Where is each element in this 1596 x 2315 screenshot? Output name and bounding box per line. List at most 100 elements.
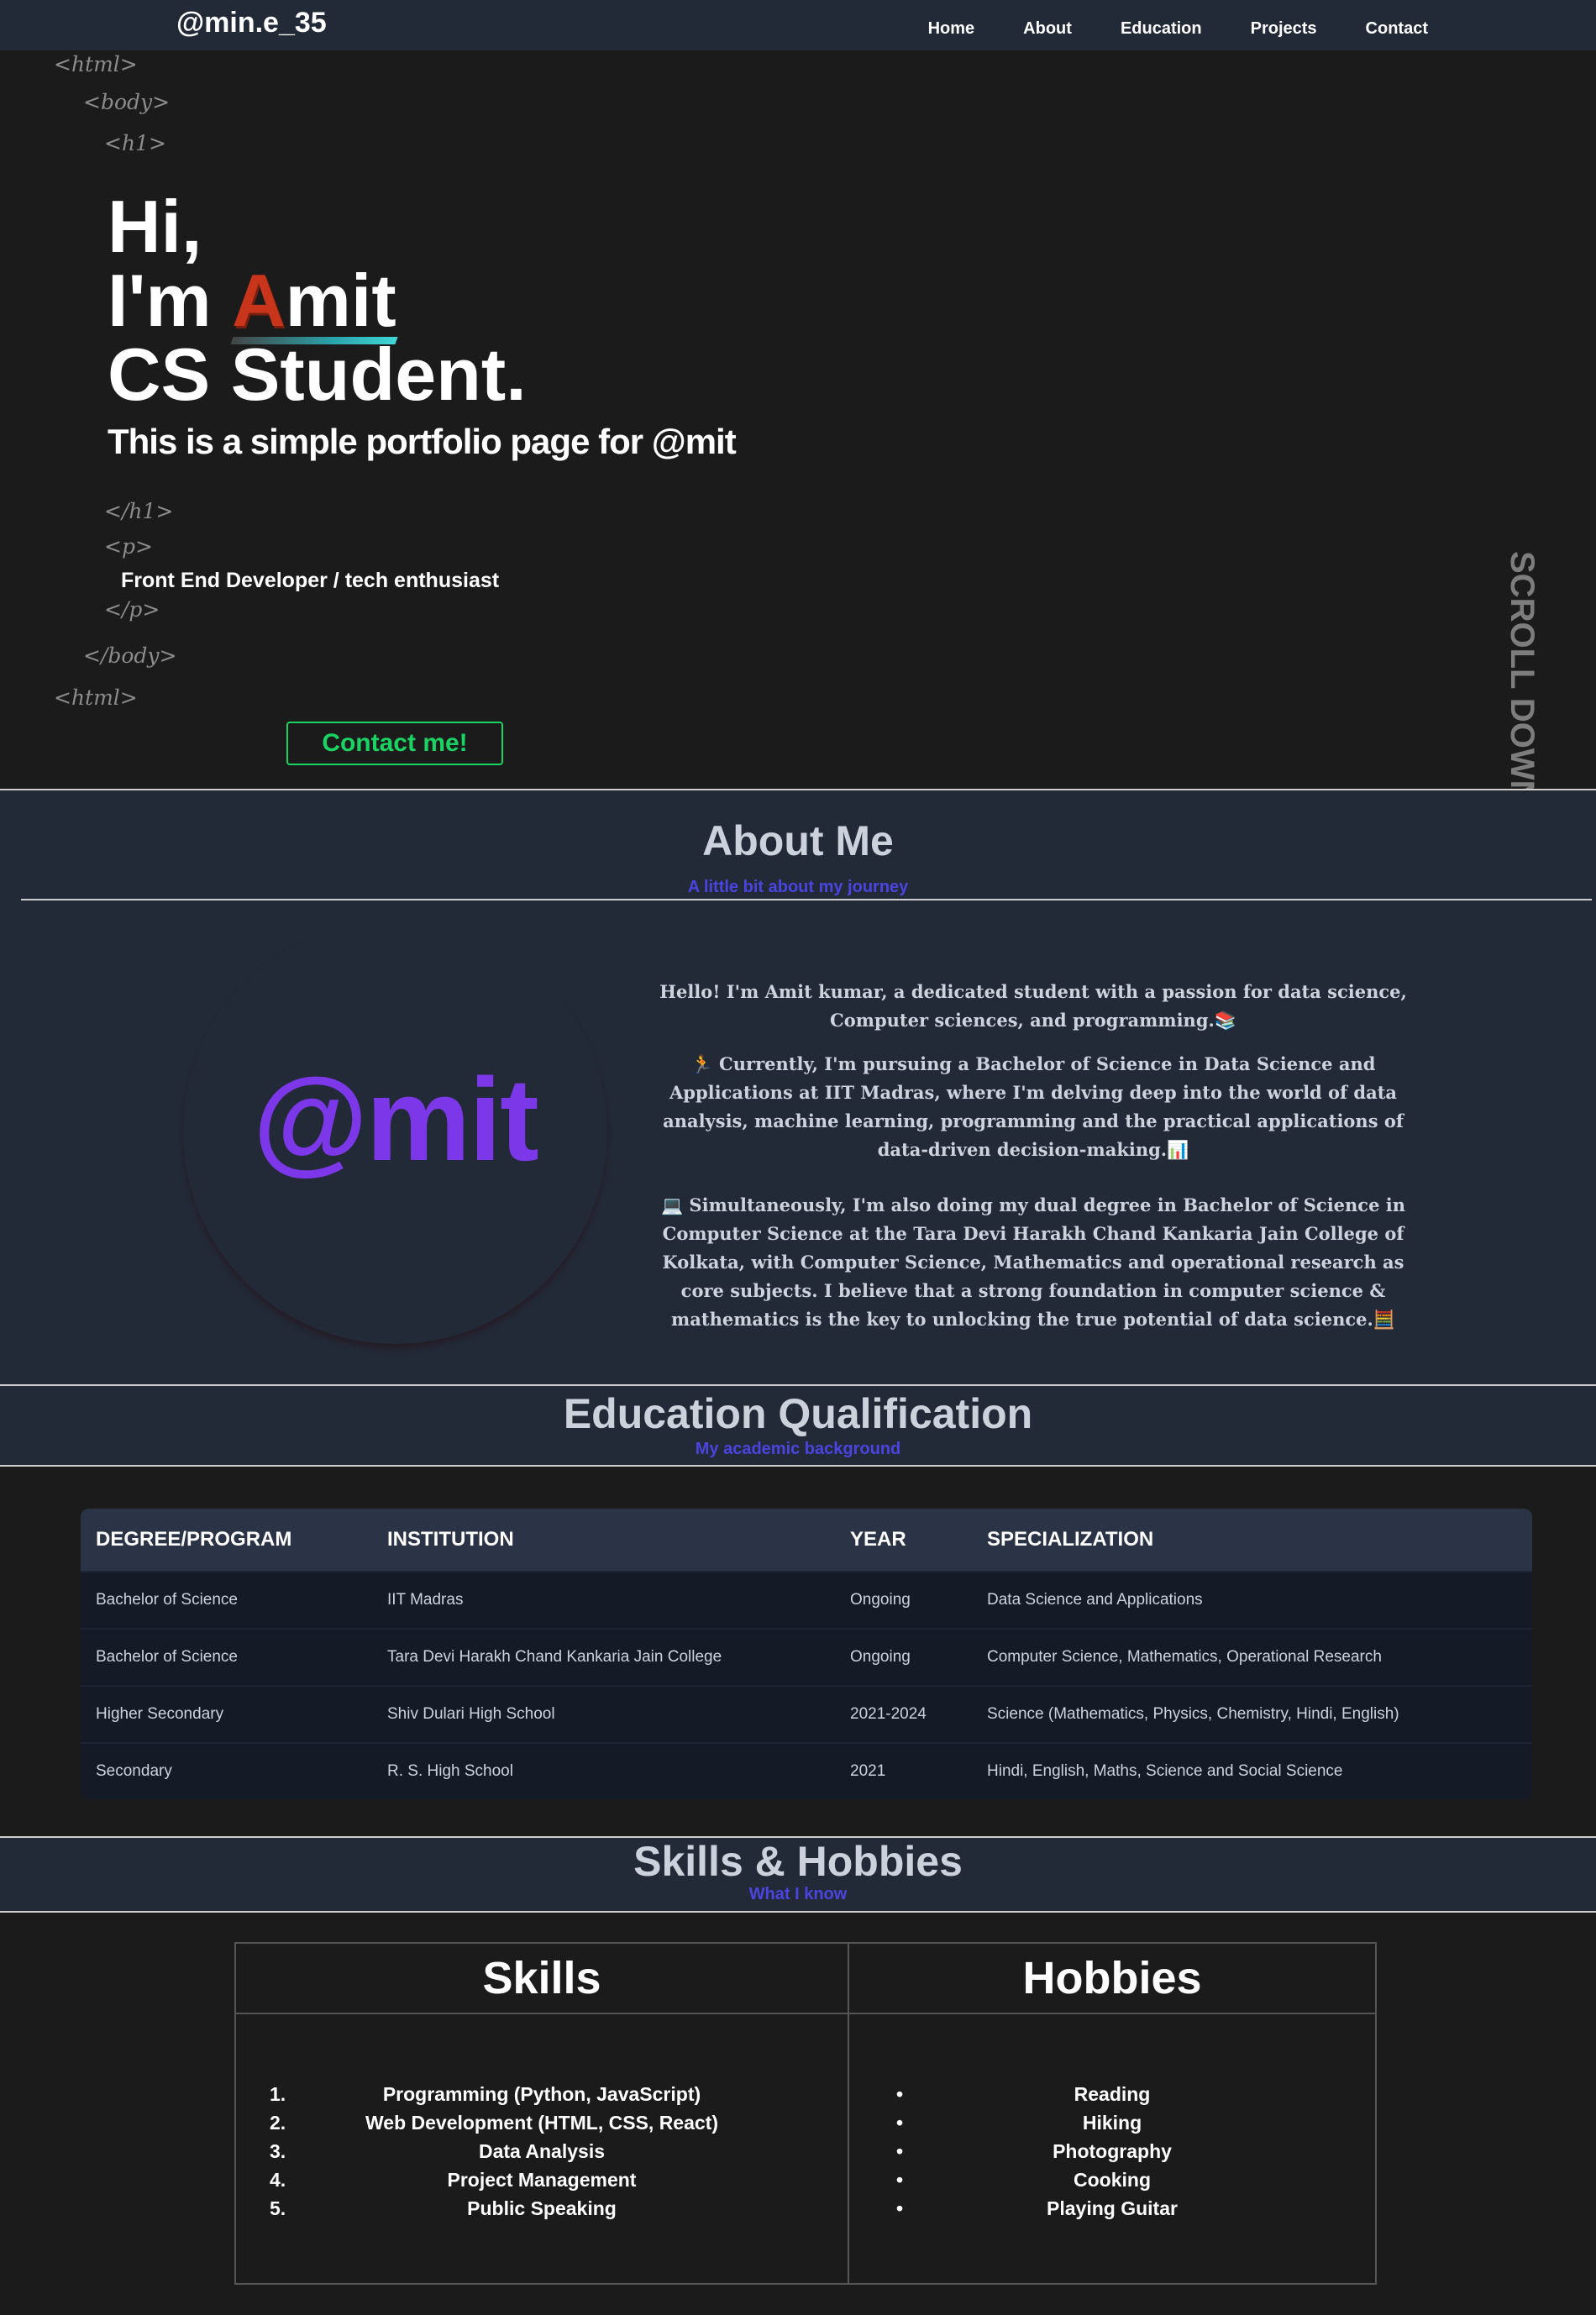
skills-hobbies-title: Skills & Hobbies xyxy=(633,1838,963,1885)
table-cell: Computer Science, Mathematics, Operation… xyxy=(987,1648,1382,1666)
contact-me-button[interactable]: Contact me! xyxy=(286,722,503,765)
divider xyxy=(0,1465,1596,1467)
education-table: DEGREE/PROGRAM INSTITUTION YEAR SPECIALI… xyxy=(81,1509,1532,1799)
hero-name-line: I'm Amit xyxy=(108,264,398,344)
table-cell: R. S. High School xyxy=(387,1762,513,1780)
top-navbar: @min.e_35 Home About Education Projects … xyxy=(0,0,1596,50)
bullet-icon: • xyxy=(896,2197,904,2219)
list-marker: 3. xyxy=(270,2140,286,2162)
hobby-item: Hiking xyxy=(1082,2112,1142,2134)
table-cell: Bachelor of Science xyxy=(96,1648,238,1666)
hobbies-header: Hobbies xyxy=(849,1944,1375,2014)
hobby-item: Cooking xyxy=(1074,2169,1151,2191)
hobby-item: Photography xyxy=(1053,2140,1172,2162)
nav-links: Home About Education Projects Contact xyxy=(928,19,1428,39)
html-open-tag: <html> xyxy=(54,52,138,76)
divider xyxy=(0,1911,1596,1913)
about-paragraph: Hello! I'm Amit kumar, a dedicated stude… xyxy=(659,981,1407,1031)
nav-link-education[interactable]: Education xyxy=(1121,19,1202,39)
list-marker: 2. xyxy=(270,2112,286,2134)
table-cell: 2021 xyxy=(850,1762,886,1780)
list-item: 5. Public Speaking xyxy=(236,2194,848,2223)
table-cell: 2021-2024 xyxy=(850,1705,927,1723)
list-item: • Hiking xyxy=(849,2108,1375,2137)
table-header-row: DEGREE/PROGRAM INSTITUTION YEAR SPECIALI… xyxy=(81,1509,1532,1571)
table-row: Bachelor of Science Tara Devi Harakh Cha… xyxy=(81,1628,1532,1685)
list-item: 2. Web Development (HTML, CSS, React) xyxy=(236,2108,848,2137)
table-cell: Secondary xyxy=(96,1762,172,1780)
table-cell: Tara Devi Harakh Chand Kankaria Jain Col… xyxy=(387,1648,722,1666)
html-close-tag: <html> xyxy=(54,685,138,710)
table-cell: Ongoing xyxy=(850,1591,911,1609)
skill-item: Web Development (HTML, CSS, React) xyxy=(365,2112,719,2134)
table-row: Bachelor of Science IIT Madras Ongoing D… xyxy=(81,1571,1532,1628)
hobby-item: Playing Guitar xyxy=(1047,2197,1178,2219)
skills-hobbies-table: Skills 1. Programming (Python, JavaScript… xyxy=(234,1942,1377,2285)
about-paragraph: 🏃 Currently, I'm pursuing a Bachelor of … xyxy=(663,1053,1404,1160)
hero-role: Front End Developer / tech enthusiast xyxy=(121,569,500,592)
hero-subtitle: This is a simple portfolio page for @mit xyxy=(108,422,737,461)
skill-item: Project Management xyxy=(447,2169,637,2191)
table-cell: Science (Mathematics, Physics, Chemistry… xyxy=(987,1705,1399,1723)
skills-column: Skills 1. Programming (Python, JavaScript… xyxy=(236,1944,849,2283)
column-header: INSTITUTION xyxy=(387,1528,514,1551)
education-subtitle: My academic background xyxy=(695,1440,901,1458)
nav-link-projects[interactable]: Projects xyxy=(1251,19,1317,39)
about-text: Hello! I'm Amit kumar, a dedicated stude… xyxy=(638,978,1428,1349)
education-title: Education Qualification xyxy=(563,1390,1033,1437)
nav-link-about[interactable]: About xyxy=(1023,19,1072,39)
body-close-tag: </body> xyxy=(83,643,177,668)
about-subtitle: A little bit about my journey xyxy=(687,878,909,896)
column-header: DEGREE/PROGRAM xyxy=(96,1528,292,1551)
hobbies-list: • Reading • Hiking • Photography • Cooking •… xyxy=(849,2080,1375,2223)
avatar: @mit xyxy=(183,920,607,1344)
site-logo[interactable]: @min.e_35 xyxy=(176,7,327,39)
skill-item: Public Speaking xyxy=(467,2197,617,2219)
about-title: About Me xyxy=(702,817,894,864)
list-item: 3. Data Analysis xyxy=(236,2137,848,2165)
table-cell: Data Science and Applications xyxy=(987,1591,1203,1609)
hobby-item: Reading xyxy=(1074,2083,1151,2105)
bullet-icon: • xyxy=(896,2112,904,2134)
skill-item: Programming (Python, JavaScript) xyxy=(382,2083,701,2105)
h1-close-tag: </h1> xyxy=(104,499,174,523)
table-cell: Ongoing xyxy=(850,1648,911,1666)
table-cell: Higher Secondary xyxy=(96,1705,224,1723)
table-row: Higher Secondary Shiv Dulari High School… xyxy=(81,1685,1532,1742)
list-marker: 4. xyxy=(270,2169,286,2191)
bullet-icon: • xyxy=(896,2169,904,2191)
skills-hobbies-subtitle: What I know xyxy=(748,1885,848,1903)
hero-greeting: Hi, xyxy=(108,185,202,268)
table-cell: Shiv Dulari High School xyxy=(387,1705,555,1723)
hobbies-column: Hobbies • Reading • Hiking • Photography • C… xyxy=(849,1944,1375,2283)
hero-name: Amit xyxy=(230,264,398,344)
list-item: • Reading xyxy=(849,2080,1375,2108)
list-item: • Photography xyxy=(849,2137,1375,2165)
about-paragraph: 💻 Simultaneously, I'm also doing my dual… xyxy=(660,1194,1406,1330)
bullet-icon: • xyxy=(896,2083,904,2105)
list-item: • Playing Guitar xyxy=(849,2194,1375,2223)
avatar-text: @mit xyxy=(253,1053,539,1185)
column-header: SPECIALIZATION xyxy=(987,1528,1154,1551)
list-marker: 5. xyxy=(270,2197,286,2219)
nav-link-home[interactable]: Home xyxy=(928,19,975,39)
hero-name-initial: A xyxy=(232,259,286,342)
skill-item: Data Analysis xyxy=(479,2140,605,2162)
list-item: 1. Programming (Python, JavaScript) xyxy=(236,2080,848,2108)
hero-headline: CS Student. xyxy=(108,333,527,416)
column-header: YEAR xyxy=(850,1528,906,1551)
list-item: 4. Project Management xyxy=(236,2165,848,2194)
table-cell: IIT Madras xyxy=(387,1591,464,1609)
skills-header: Skills xyxy=(236,1944,848,2014)
p-close-tag: </p> xyxy=(104,597,160,622)
body-open-tag: <body> xyxy=(83,90,171,114)
table-cell: Hindi, English, Maths, Science and Socia… xyxy=(987,1762,1343,1780)
table-row: Secondary R. S. High School 2021 Hindi, … xyxy=(81,1742,1532,1799)
hero-name-prefix: I'm xyxy=(108,259,233,342)
bullet-icon: • xyxy=(896,2140,904,2162)
list-marker: 1. xyxy=(270,2083,286,2105)
h1-open-tag: <h1> xyxy=(104,131,166,155)
nav-link-contact[interactable]: Contact xyxy=(1366,19,1428,39)
divider xyxy=(21,899,1592,900)
hero-name-rest: mit xyxy=(285,259,396,342)
